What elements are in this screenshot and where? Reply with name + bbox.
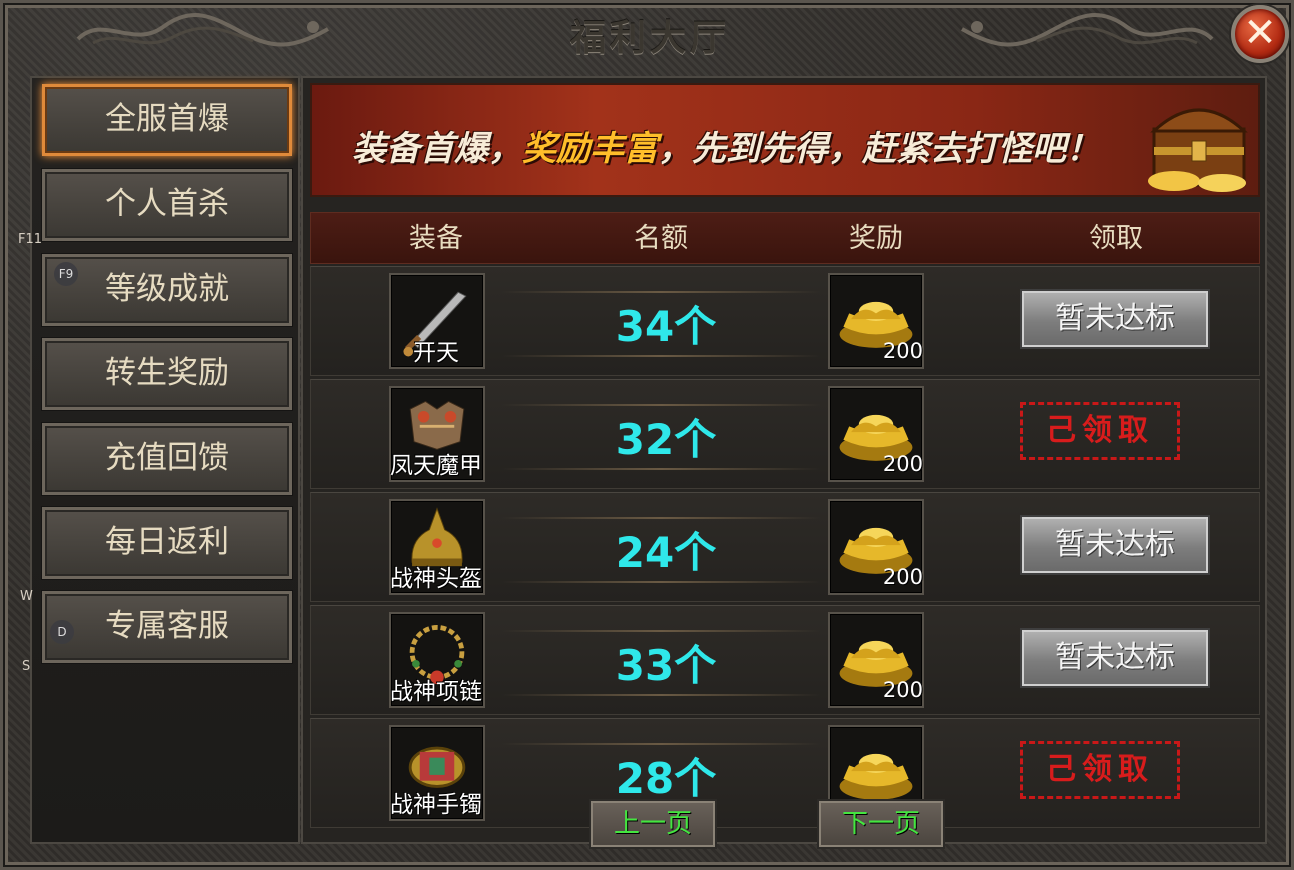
item-name: 开天 (413, 340, 459, 366)
reward-amount: 200 (882, 565, 923, 589)
hotkey-f11-label: F11 (18, 232, 43, 247)
reward-amount: 200 (882, 678, 923, 702)
title-bar: 福利大厅 ✕ (3, 3, 1294, 65)
quota-value: 24个 (615, 528, 717, 577)
item-name: 战神手镯 (390, 792, 482, 818)
hotkey-s-label: S (22, 659, 31, 674)
divider (501, 468, 821, 470)
sidebar-nav: 全服首爆 个人首杀 等级成就 转生奖励 充值回馈 每日返利 专属客服 (30, 76, 300, 844)
table-row: 凤天魔甲 32个 200 己领取 (310, 379, 1260, 489)
claimed-stamp: 己领取 (1020, 402, 1180, 460)
column-header-quota: 名额 (634, 223, 688, 254)
reward-amount: 200 (882, 452, 923, 476)
column-header-equipment: 装备 (409, 223, 463, 254)
banner-slogan: 装备首爆，奖励丰富，先到先得，赶紧去打怪吧！ (352, 121, 1100, 170)
nav-item-personal-first-kill[interactable]: 个人首杀 (42, 169, 292, 241)
not-qualified-button[interactable]: 暂未达标 (1020, 515, 1210, 575)
table-row: 战神手镯 28个 己领取 (310, 718, 1260, 828)
item-name: 凤天魔甲 (390, 453, 482, 479)
column-header-claim: 领取 (1089, 223, 1143, 254)
close-button[interactable]: ✕ (1231, 5, 1289, 63)
banner-text-part1: 装备首爆， (352, 129, 522, 169)
column-header-reward: 奖励 (849, 223, 903, 254)
quota-value: 28个 (615, 754, 717, 803)
nav-item-rebirth-reward[interactable]: 转生奖励 (42, 338, 292, 410)
divider (501, 581, 821, 583)
dragon-ornament-right-icon (961, 13, 1214, 47)
close-x-icon: ✕ (1243, 10, 1277, 56)
quota-value: 34个 (615, 302, 717, 351)
item-name: 战神头盔 (390, 566, 482, 592)
quota-value: 33个 (615, 641, 717, 690)
main-content: 装备首爆，奖励丰富，先到先得，赶紧去打怪吧！ 装备 名额 奖励 领取 开天 34… (301, 76, 1267, 844)
nav-item-recharge-feedback[interactable]: 充值回馈 (42, 423, 292, 495)
promo-banner: 装备首爆，奖励丰富，先到先得，赶紧去打怪吧！ (310, 83, 1260, 197)
nav-item-level-achievement[interactable]: 等级成就 (42, 254, 292, 326)
item-name: 战神项链 (390, 679, 482, 705)
prev-page-button[interactable]: 上一页 (589, 799, 717, 849)
quota-value: 32个 (615, 415, 717, 464)
divider (501, 694, 821, 696)
table-row: 开天 34个 200 暂未达标 (310, 266, 1260, 376)
banner-text-part2: ，先到先得，赶紧去打怪吧！ (658, 129, 1100, 169)
nav-item-server-first-drop[interactable]: 全服首爆 (42, 84, 292, 156)
table-row: 战神项链 33个 200 暂未达标 (310, 605, 1260, 715)
treasure-chest-icon (1148, 108, 1248, 192)
welfare-hall-window: 福利大厅 ✕ 全服首爆 个人首杀 等级成就 转生奖励 充值回馈 每日返利 专属客… (0, 0, 1294, 870)
table-header: 装备 名额 奖励 领取 (310, 212, 1260, 264)
hotkey-d-badge: D (50, 620, 74, 644)
not-qualified-button[interactable]: 暂未达标 (1020, 628, 1210, 688)
nav-item-exclusive-service[interactable]: 专属客服 (42, 591, 292, 663)
claimed-stamp: 己领取 (1020, 741, 1180, 799)
table-row: 战神头盔 24个 200 暂未达标 (310, 492, 1260, 602)
hotkey-w-label: W (20, 589, 33, 604)
divider (501, 355, 821, 357)
hotkey-f9-badge: F9 (54, 262, 78, 286)
banner-text-highlight: 奖励丰富 (522, 129, 658, 169)
nav-item-daily-rebate[interactable]: 每日返利 (42, 507, 292, 579)
next-page-button[interactable]: 下一页 (817, 799, 945, 849)
not-qualified-button[interactable]: 暂未达标 (1020, 289, 1210, 349)
reward-amount: 200 (882, 339, 923, 363)
